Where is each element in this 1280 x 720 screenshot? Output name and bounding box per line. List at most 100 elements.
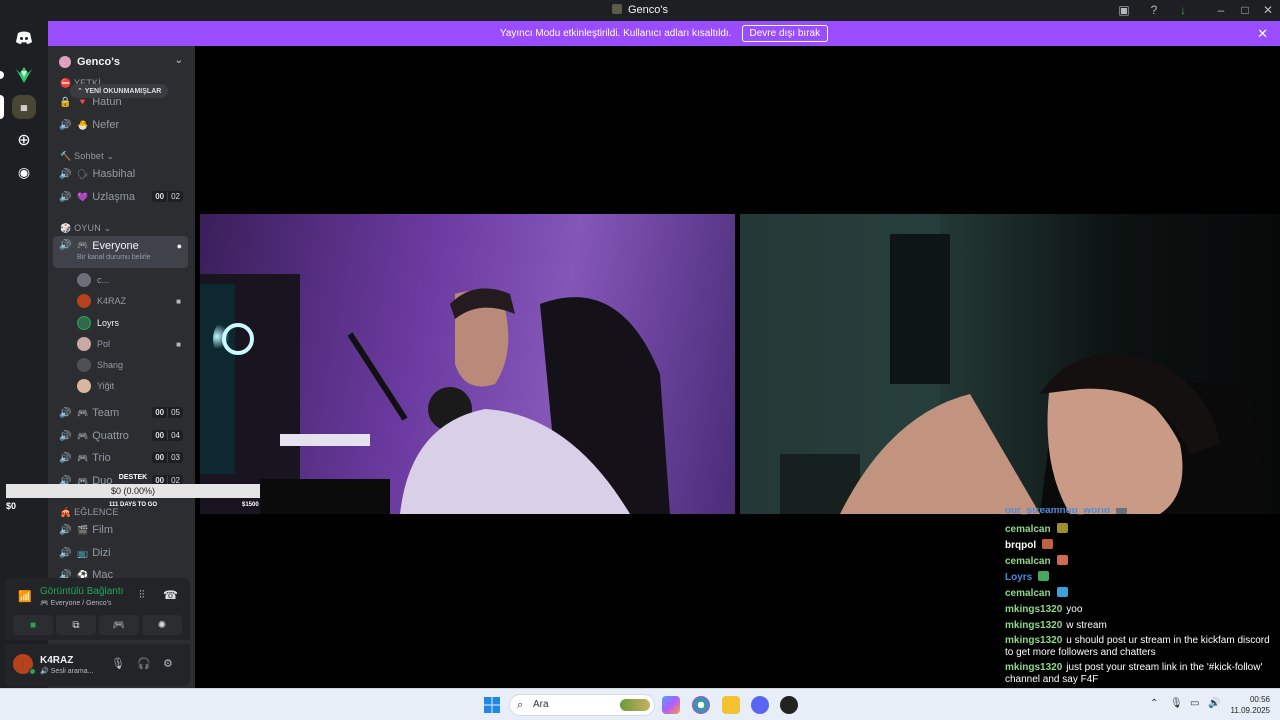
voice-member[interactable]: K4RAZ ■: [77, 291, 187, 311]
speaker-icon: 🔊: [59, 524, 72, 536]
chrome-icon[interactable]: [692, 696, 710, 714]
help-icon[interactable]: ?: [1146, 3, 1162, 18]
soundboard-button[interactable]: ✺: [142, 615, 182, 635]
speaker-icon: 🔊: [59, 168, 72, 180]
avatar: [77, 379, 91, 393]
channel-team[interactable]: 🔊 🎮 Team 00 05: [53, 402, 188, 424]
headphones-icon[interactable]: 🎧: [137, 657, 151, 670]
title-bar: Genco's ▣ ? ↓ – □ ✕: [0, 0, 1280, 21]
chat-emote-icon: [1056, 523, 1068, 533]
app-taskbar-icon[interactable]: [780, 696, 798, 714]
chat-message: Loyrs: [1005, 571, 1273, 584]
channel-uzlasma[interactable]: 🔊 💜 Uzlaşma 00 02: [53, 186, 188, 208]
close-button[interactable]: ✕: [1260, 3, 1276, 18]
file-explorer-icon[interactable]: [722, 696, 740, 714]
discord-home-icon[interactable]: [12, 26, 36, 50]
maximize-button[interactable]: □: [1237, 3, 1253, 18]
volume-icon[interactable]: 🔊: [1208, 698, 1220, 709]
noise-suppression-icon[interactable]: ⫶⫶: [139, 589, 145, 602]
activity-button[interactable]: 🎮: [99, 615, 139, 635]
chat-username[interactable]: brqpol: [1005, 540, 1036, 551]
camera-button[interactable]: ■: [13, 615, 53, 635]
gencos-server-icon[interactable]: ▦: [12, 95, 36, 119]
chat-message: brqpol: [1005, 539, 1273, 552]
voice-member[interactable]: c...: [77, 270, 187, 290]
server-shield-icon[interactable]: [12, 63, 36, 87]
channel-dizi[interactable]: 🔊 📺 Dizi: [53, 542, 188, 564]
voice-member[interactable]: Yiğit: [77, 376, 187, 396]
microphone-icon[interactable]: 🎙: [111, 657, 125, 670]
chat-message: mkings1320 yoo: [1005, 604, 1273, 616]
avatar: [77, 294, 91, 308]
discord-taskbar-icon[interactable]: [751, 696, 769, 714]
screen-share-button[interactable]: ⧉: [56, 615, 96, 635]
clock[interactable]: 00:56 11.09.2025: [1231, 694, 1270, 716]
explore-icon[interactable]: ◉: [12, 160, 36, 184]
speaker-icon: 🔊: [59, 191, 72, 203]
voice-member[interactable]: Pol ■: [77, 334, 187, 354]
download-icon[interactable]: ↓: [1175, 3, 1191, 18]
taskbar-search[interactable]: ⌕ Ara: [509, 694, 655, 716]
channel-quattro[interactable]: 🔊 🎮 Quattro 00 04: [53, 425, 188, 447]
add-server-icon[interactable]: ⊕: [12, 128, 36, 152]
donation-goal: $1500: [242, 502, 259, 508]
channel-status[interactable]: Bir kanal durumu belirle: [77, 254, 151, 261]
mic-tray-icon[interactable]: 🎙: [1170, 698, 1183, 709]
channel-hasbihal[interactable]: 🔊 🗣 Hasbihal: [53, 163, 188, 185]
voice-status[interactable]: Görüntülü Bağlantı: [40, 586, 123, 597]
chat-message: mkings1320 u should post ur stream in the…: [1005, 635, 1273, 659]
chat-username[interactable]: cemalcan: [1005, 556, 1051, 567]
voice-member[interactable]: Loyrs: [77, 313, 187, 333]
new-unreads-pill[interactable]: ⌃ YENİ OKUNMAMIŞLAR: [70, 84, 169, 98]
chat-text: w stream: [1066, 620, 1107, 631]
chat-bubble-icon[interactable]: ●: [177, 241, 182, 251]
camera-icon: ■: [176, 339, 181, 349]
server-avatar: [59, 56, 71, 68]
video-tile-stream-1[interactable]: [200, 214, 735, 514]
voice-member[interactable]: Shang: [77, 355, 187, 375]
banner-close-icon[interactable]: ✕: [1257, 26, 1268, 42]
camera-icon: ■: [176, 296, 181, 306]
server-header[interactable]: Genco's ⌄: [48, 46, 195, 78]
chat-emote-icon: [1116, 508, 1128, 514]
tray-chevron-icon[interactable]: ⌃: [1150, 698, 1158, 709]
user-count: 00 05: [152, 407, 183, 418]
avatar: [77, 273, 91, 287]
webcam-image: [740, 214, 1260, 514]
chat-username[interactable]: our_streamhub_world: [1005, 508, 1110, 516]
chat-username[interactable]: Loyrs: [1005, 572, 1032, 583]
channel-film[interactable]: 🔊 🎬 Film: [53, 519, 188, 541]
signal-icon: 📶: [18, 591, 32, 603]
inbox-icon[interactable]: ▣: [1116, 3, 1132, 18]
chat-emote-icon: [1038, 571, 1050, 581]
channel-everyone[interactable]: 🔊 🎮 Everyone Bir kanal durumu belirle ●: [53, 236, 188, 268]
settings-gear-icon[interactable]: ⚙: [163, 657, 173, 670]
disable-streamer-mode-button[interactable]: Devre dışı bırak: [741, 25, 829, 42]
chat-username[interactable]: mkings1320: [1005, 635, 1062, 646]
chat-username[interactable]: mkings1320: [1005, 604, 1062, 615]
server-icon: [611, 4, 622, 14]
category-sohbet[interactable]: 🔨 Sohbet ⌄: [60, 151, 114, 162]
disconnect-icon[interactable]: ☎: [163, 588, 178, 602]
windows-start-icon[interactable]: [484, 697, 500, 713]
category-oyun[interactable]: 🎲 OYUN ⌄: [60, 223, 111, 234]
channel-trio[interactable]: 🔊 🎮 Trio 00 03: [53, 447, 188, 469]
chat-message: our_streamhub_world: [1005, 508, 1273, 517]
network-icon[interactable]: ▭: [1190, 698, 1199, 709]
windows-taskbar: ⌕ Ara ⌃ 🎙 ▭ 🔊 00:56 11.09.2025: [0, 688, 1280, 720]
copilot-icon[interactable]: [662, 696, 680, 714]
speaker-icon: 🔊: [59, 430, 72, 442]
online-status-icon: [29, 668, 36, 675]
chat-username[interactable]: mkings1320: [1005, 662, 1062, 673]
user-panel: K4RAZ 🔊 Sesli arama... 🎙 🎧 ⚙: [5, 644, 190, 686]
user-count: 00 04: [152, 430, 183, 441]
chat-username[interactable]: cemalcan: [1005, 524, 1051, 535]
video-tile-stream-2[interactable]: [740, 214, 1280, 514]
username[interactable]: K4RAZ: [40, 655, 73, 666]
chat-username[interactable]: mkings1320: [1005, 620, 1062, 631]
chat-username[interactable]: cemalcan: [1005, 588, 1051, 599]
minimize-button[interactable]: –: [1213, 3, 1229, 18]
channel-nefer[interactable]: 🔊 🐣 Nefer: [53, 114, 188, 136]
stream-chat-overlay: our_streamhub_world cemalcan brqpol cemalca…: [1005, 508, 1275, 688]
search-highlight-icon: [620, 699, 650, 711]
